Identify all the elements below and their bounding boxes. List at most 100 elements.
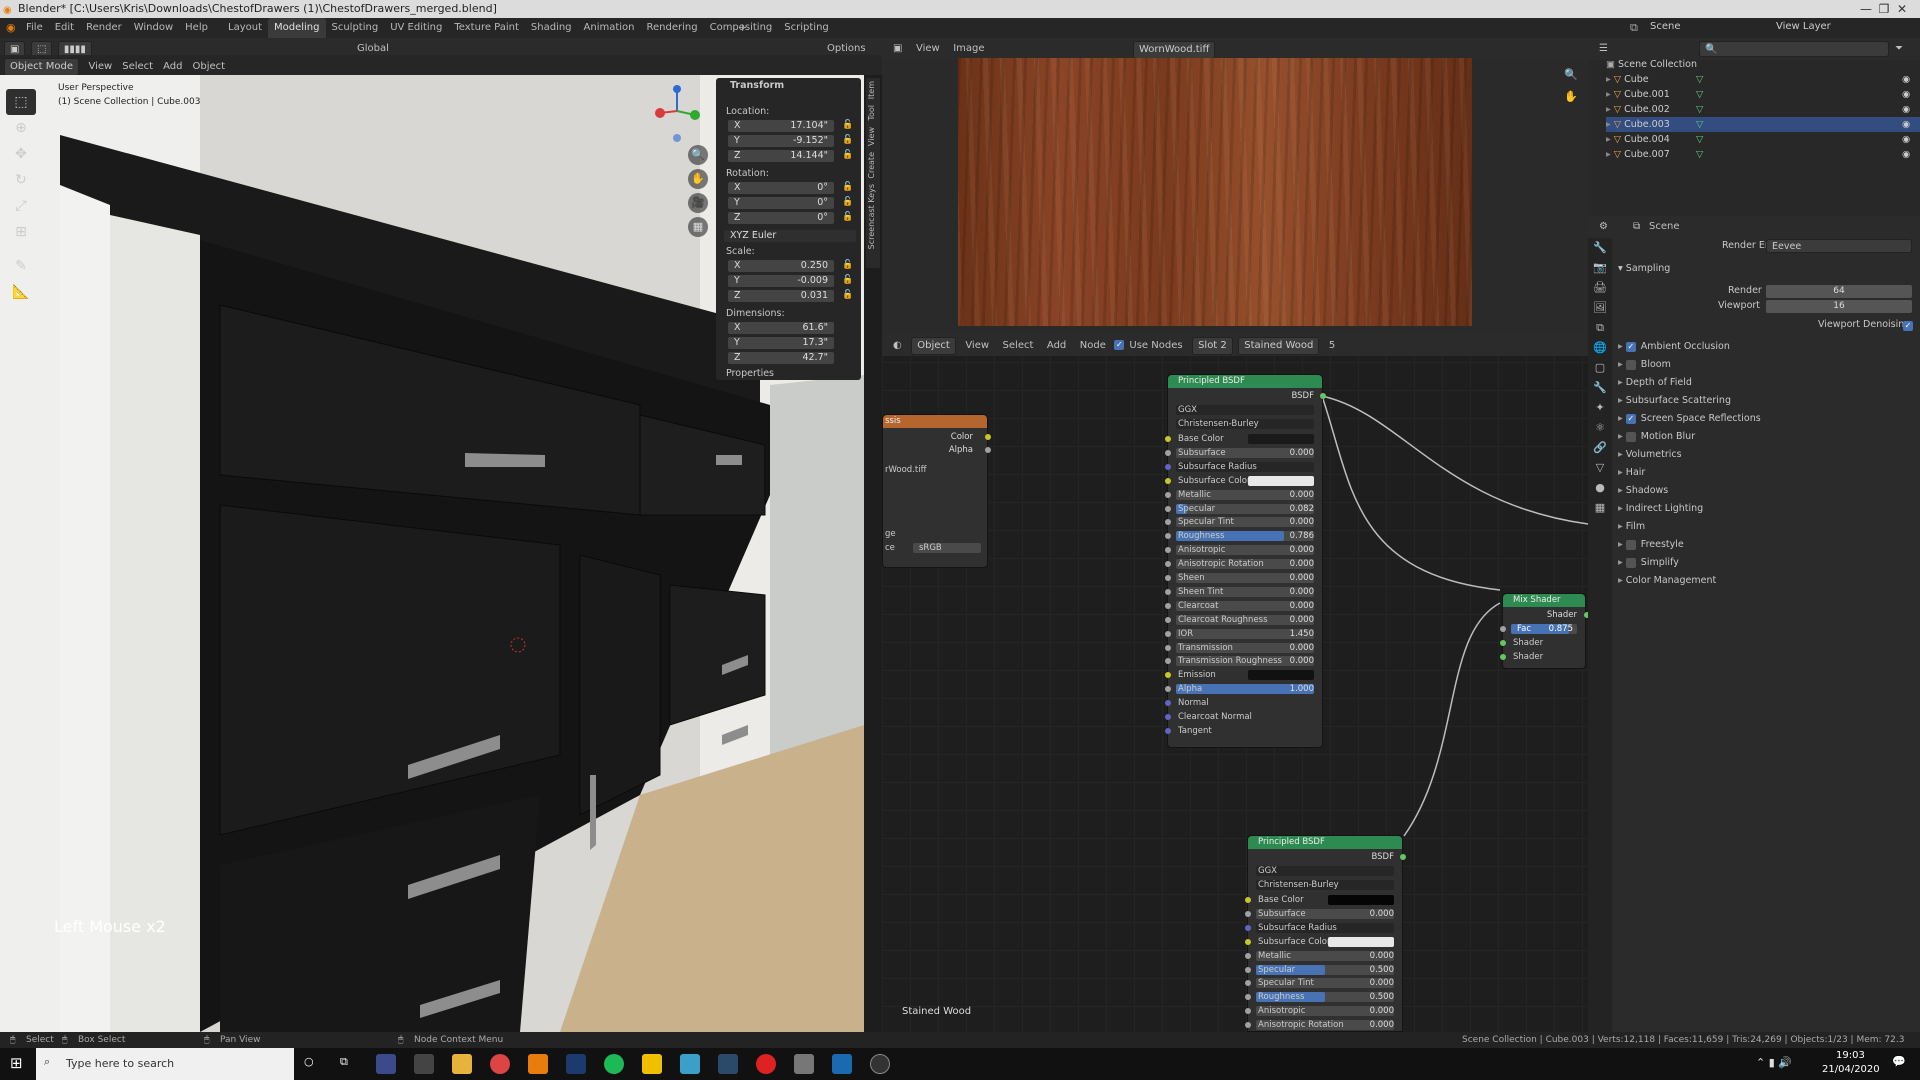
select-tool-icon[interactable]: ⬚: [6, 89, 36, 115]
taskbar-app-icon-1[interactable]: [376, 1054, 396, 1074]
mix-shader-node[interactable]: Mix Shader Shader Fac 0.875 Shader Shader: [1500, 593, 1590, 669]
scale-x-field[interactable]: X 0.250: [728, 260, 834, 272]
bsdf1-title[interactable]: Principled BSDF: [1168, 375, 1322, 388]
taskbar-search-box[interactable]: ⌕ Type here to search: [36, 1048, 294, 1080]
bsdf1-input-row[interactable]: Subsurface Radius: [1165, 461, 1322, 473]
lock-icon[interactable]: 🔓: [842, 120, 853, 130]
outliner-item-cube[interactable]: ▸ ▽ Cube ▽ ◉: [1606, 72, 1920, 87]
taskbar-app-icon-4[interactable]: [718, 1054, 738, 1074]
zoom-icon[interactable]: 🔍: [688, 145, 708, 165]
panel-enable-checkbox[interactable]: ✓: [1625, 413, 1636, 424]
panel-screen-space-reflections[interactable]: ▸ ✓ Screen Space Reflections: [1618, 411, 1918, 427]
taskbar-app-icon-7[interactable]: [832, 1054, 852, 1074]
workspace-tab-shading[interactable]: Shading: [525, 18, 578, 38]
taskbar-app-icon-8[interactable]: [870, 1054, 890, 1074]
task-view-icon[interactable]: ⧉: [340, 1055, 348, 1069]
panel-volumetrics[interactable]: ▸ Volumetrics: [1618, 447, 1918, 463]
expand-arrow-icon[interactable]: ▸: [1606, 149, 1614, 160]
panel-depth-of-field[interactable]: ▸ Depth of Field: [1618, 375, 1918, 391]
bsdf1-input-row[interactable]: Clearcoat Normal: [1165, 711, 1322, 723]
bsdf2-input-row[interactable]: Metallic 0.000: [1245, 950, 1402, 962]
bsdf2-roughness-socket[interactable]: [1245, 994, 1251, 1001]
pan-icon[interactable]: ✋: [688, 169, 708, 189]
bsdf1-clearcoat-normal-socket[interactable]: [1165, 714, 1171, 720]
panel-bloom[interactable]: ▸ Bloom: [1618, 357, 1918, 373]
tray-icons[interactable]: ⌃ ▮ 🔊: [1756, 1056, 1792, 1069]
mix-title[interactable]: Mix Shader: [1503, 594, 1585, 607]
bsdf1-input-row[interactable]: Transmission 0.000: [1165, 642, 1322, 654]
clock-time[interactable]: 19:03: [1836, 1050, 1865, 1061]
cursor-tool-icon[interactable]: ⊕: [6, 115, 36, 141]
bsdf1-subsurface-color-socket[interactable]: [1165, 477, 1171, 484]
color-space-dropdown[interactable]: sRGB: [919, 542, 942, 554]
workspace-tab-uv-editing[interactable]: UV Editing: [384, 18, 448, 38]
bsdf1-input-row[interactable]: Transmission Roughness 0.000: [1165, 655, 1322, 667]
shader-input-socket-2[interactable]: [1500, 654, 1506, 660]
bsdf1-input-row[interactable]: Specular 0.082: [1165, 503, 1322, 515]
rotation-mode-dropdown[interactable]: XYZ Euler: [724, 230, 856, 242]
photoshop-icon[interactable]: [566, 1054, 586, 1074]
annotate-tool-icon[interactable]: ✎: [6, 253, 36, 279]
sidebar-tab-tool[interactable]: Tool: [866, 102, 877, 124]
object-mode-dropdown[interactable]: Object Mode: [4, 58, 79, 76]
outliner-item-cube-003[interactable]: ▸ ▽ Cube.003 ▽ ◉: [1606, 117, 1920, 132]
workspace-tab-layout[interactable]: Layout: [222, 18, 268, 38]
rotation-y-field[interactable]: Y 0°: [728, 197, 834, 209]
blender-taskbar-icon[interactable]: [528, 1054, 548, 1074]
lock-icon[interactable]: 🔓: [842, 275, 853, 285]
properties-tab-icons[interactable]: 🔧 📷 🖨 🖼 ⧉ 🌐 ▢ 🔧 ✦ ⚛ 🔗 ▽ ● ▦: [1588, 238, 1612, 518]
panel-film[interactable]: ▸ Film: [1618, 519, 1918, 535]
lock-icon[interactable]: 🔓: [842, 260, 853, 270]
bsdf2-input-row[interactable]: Subsurface Color: [1245, 936, 1402, 948]
lock-icon[interactable]: 🔓: [842, 182, 853, 192]
taskbar-app-icon-3[interactable]: [680, 1054, 700, 1074]
bsdf1-emission-color-swatch[interactable]: [1248, 670, 1314, 681]
bsdf2-specular-socket[interactable]: [1245, 966, 1251, 973]
taskbar-app-icon-5[interactable]: [756, 1054, 776, 1074]
bsdf1-input-row[interactable]: Normal: [1165, 697, 1322, 709]
workspace-tab-scripting[interactable]: Scripting: [778, 18, 834, 38]
menu-render[interactable]: Render: [80, 18, 128, 38]
fac-input-socket[interactable]: [1500, 626, 1506, 632]
bsdf1-input-row[interactable]: Alpha 1.000: [1165, 683, 1322, 695]
rotation-x-field[interactable]: X 0°: [728, 182, 834, 194]
bsdf2-input-row[interactable]: Specular Tint 0.000: [1245, 977, 1402, 989]
panel-freestyle[interactable]: ▸ Freestyle: [1618, 537, 1918, 553]
scene-selector[interactable]: Scene: [1650, 21, 1681, 32]
menu-file[interactable]: File: [20, 18, 49, 38]
bsdf2-input-row[interactable]: Subsurface 0.000: [1245, 908, 1402, 920]
bsdf2-bsdf-output-socket[interactable]: [1400, 854, 1406, 860]
panel-indirect-lighting[interactable]: ▸ Indirect Lighting: [1618, 501, 1918, 517]
panel-shadows[interactable]: ▸ Shadows: [1618, 483, 1918, 499]
expand-arrow-icon[interactable]: ▸: [1606, 134, 1614, 145]
viewport-denoising-checkbox[interactable]: ✓: [1903, 321, 1913, 331]
bsdf1-subsurface-color-color-swatch[interactable]: [1248, 475, 1314, 486]
bsdf1-input-row[interactable]: IOR 1.450: [1165, 628, 1322, 640]
expand-arrow-icon[interactable]: ▸: [1606, 119, 1614, 130]
scale-y-field[interactable]: Y -0.009: [728, 275, 834, 287]
bsdf1-input-row[interactable]: Metallic 0.000: [1165, 489, 1322, 501]
navigation-gizmo[interactable]: [650, 81, 710, 151]
image-texture-node[interactable]: ssis Color Alpha rWood.tiff ge ce sRGB: [882, 414, 991, 568]
bsdf1-subsurface-socket[interactable]: [1165, 449, 1171, 456]
close-icon[interactable]: ✕: [1884, 0, 1920, 18]
image-node-title[interactable]: ssis: [883, 415, 987, 428]
grid-view-icon[interactable]: ▦: [688, 217, 708, 237]
panel-ambient-occlusion[interactable]: ▸ ✓ Ambient Occlusion: [1618, 339, 1918, 355]
bsdf1-specular-tint-socket[interactable]: [1165, 519, 1171, 526]
bsdf2-anisotropic-rotation-socket[interactable]: [1245, 1022, 1251, 1029]
add-workspace-icon[interactable]: +: [738, 21, 747, 34]
lock-icon[interactable]: 🔓: [842, 135, 853, 145]
sticky-notes-icon[interactable]: [642, 1054, 662, 1074]
move-tool-icon[interactable]: ✥: [6, 141, 36, 167]
scale-z-field[interactable]: Z 0.031: [728, 290, 834, 302]
bsdf1-ior-socket[interactable]: [1165, 630, 1171, 637]
outliner-item-cube-001[interactable]: ▸ ▽ Cube.001 ▽ ◉: [1606, 87, 1920, 102]
viewport-samples-field[interactable]: 16: [1766, 300, 1912, 313]
sidebar-tab-screencast-keys[interactable]: Screencast Keys: [866, 181, 877, 252]
visibility-eye-icon[interactable]: ◉: [1902, 147, 1910, 162]
workspace-tab-texture-paint[interactable]: Texture Paint: [448, 18, 525, 38]
bsdf1-input-row[interactable]: Tangent: [1165, 725, 1322, 737]
render-engine-dropdown[interactable]: Eevee: [1766, 239, 1912, 253]
image-node-image-field[interactable]: rWood.tiff: [885, 464, 926, 476]
